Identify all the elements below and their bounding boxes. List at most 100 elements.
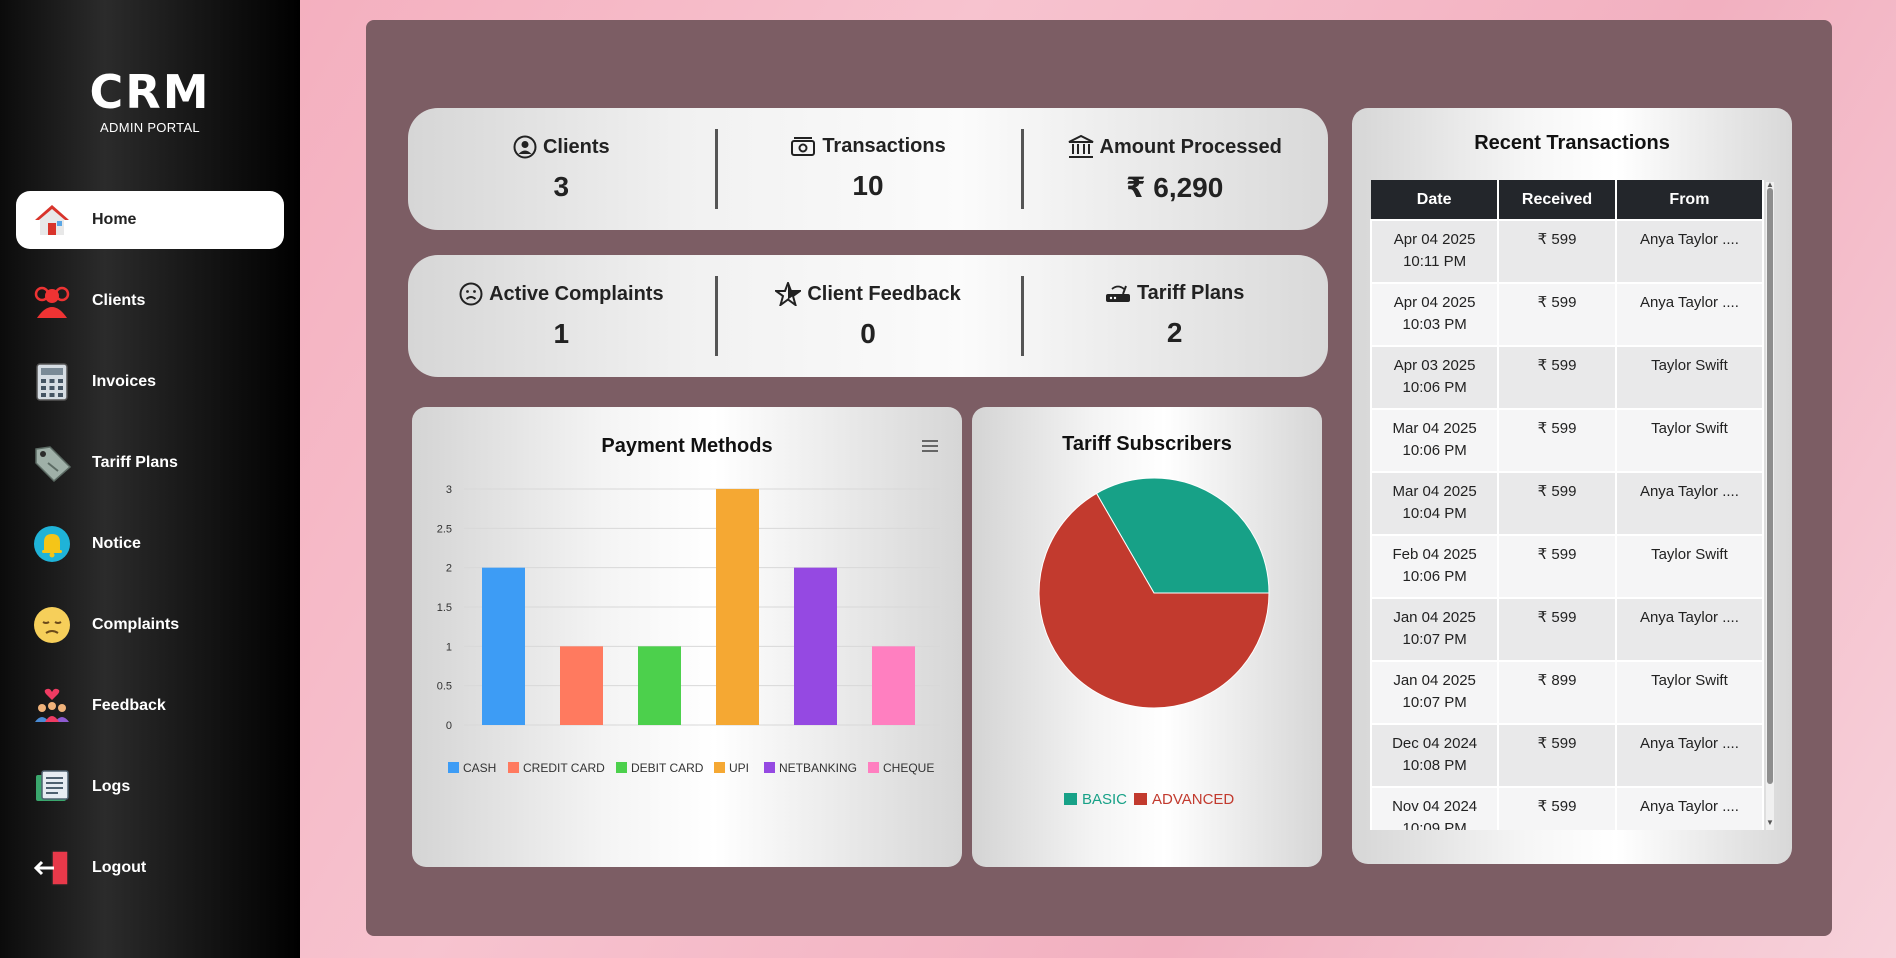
legend-swatch (1134, 793, 1147, 805)
legend-label[interactable]: BASIC (1082, 791, 1127, 808)
cell-received: ₹ 599 (1497, 786, 1617, 830)
time-text: 10:04 PM (1402, 505, 1467, 522)
table-row[interactable]: Dec 04 2024 10:08 PM ₹ 599 Anya Taylor .... (1370, 723, 1764, 788)
legend-swatch (868, 762, 879, 773)
column-header-from[interactable]: From (1615, 180, 1764, 220)
table-row[interactable]: Apr 04 2025 10:11 PM ₹ 599 Anya Taylor .... (1370, 219, 1764, 284)
user-circle-icon (513, 135, 537, 159)
scroll-down-arrow-icon[interactable]: ▼ (1766, 818, 1774, 827)
y-tick-label: 1 (446, 641, 452, 653)
sidebar-item-label: Feedback (92, 697, 166, 714)
stat-value: 3 (553, 171, 570, 202)
legend-swatch (714, 762, 725, 773)
recent-transactions-card: Recent Transactions Date Received From A… (1352, 108, 1792, 864)
cell-received: ₹ 599 (1497, 723, 1617, 788)
stats-card-support: Active Complaints 1 Client Feedback 0 Ta… (408, 255, 1328, 377)
legend-swatch (508, 762, 519, 773)
table-row[interactable]: Nov 04 2024 10:09 PM ₹ 599 Anya Taylor .... (1370, 786, 1764, 830)
date-text: Apr 03 2025 (1393, 357, 1476, 374)
sidebar-item-logout[interactable]: Logout (16, 839, 284, 897)
date-text: Feb 04 2025 (1392, 546, 1477, 563)
y-tick-label: 1.5 (437, 602, 452, 614)
legend-swatch (764, 762, 775, 773)
frown-icon (459, 282, 483, 306)
stat-label: Tariff Plans (1136, 282, 1245, 304)
brand-logo: CRM ADMIN PORTAL (0, 69, 300, 135)
cash-icon (791, 136, 816, 156)
stat-label: Clients (542, 135, 610, 158)
legend-swatch (1064, 793, 1077, 805)
sidebar-item-clients[interactable]: Clients (16, 272, 284, 330)
table-row[interactable]: Feb 04 2025 10:06 PM ₹ 599 Taylor Swift (1370, 534, 1764, 599)
sidebar-item-notice[interactable]: Notice (16, 515, 284, 573)
sidebar-item-home[interactable]: Home (16, 191, 284, 249)
transactions-table-scroll[interactable]: Date Received From Apr 04 2025 10:11 PM ₹ … (1370, 180, 1764, 830)
sidebar-item-invoices[interactable]: Invoices (16, 353, 284, 411)
legend-swatch (616, 762, 627, 773)
table-row[interactable]: Mar 04 2025 10:06 PM ₹ 599 Taylor Swift (1370, 408, 1764, 473)
date-text: Apr 04 2025 (1393, 231, 1476, 248)
people-heart-icon (32, 686, 72, 726)
stat-client-feedback[interactable]: Client Feedback 0 (714, 276, 1022, 356)
cell-received: ₹ 599 (1497, 282, 1617, 347)
date-text: Mar 04 2025 (1392, 483, 1477, 500)
column-header-received[interactable]: Received (1498, 180, 1617, 220)
bar-credit-card (560, 646, 603, 725)
cell-date: Apr 04 2025 10:11 PM (1370, 219, 1500, 284)
cell-from: Anya Taylor .... (1614, 597, 1764, 662)
sidebar-item-logs[interactable]: Logs (16, 758, 284, 816)
stat-value: 10 (852, 170, 884, 201)
cell-date: Mar 04 2025 10:04 PM (1370, 471, 1500, 536)
cell-from: Taylor Swift (1614, 534, 1764, 599)
table-row[interactable]: Apr 03 2025 10:06 PM ₹ 599 Taylor Swift (1370, 345, 1764, 410)
cell-date: Jan 04 2025 10:07 PM (1370, 597, 1500, 662)
stat-label: Client Feedback (807, 282, 961, 305)
stat-value: 2 (1166, 317, 1183, 348)
cell-from: Anya Taylor .... (1614, 723, 1764, 788)
sidebar-item-tariff-plans[interactable]: Tariff Plans (16, 434, 284, 492)
cell-from: Anya Taylor .... (1614, 786, 1764, 830)
stat-value: 1 (553, 318, 570, 349)
transactions-scrollbar-thumb[interactable] (1767, 188, 1773, 784)
table-row[interactable]: Jan 04 2025 10:07 PM ₹ 899 Taylor Swift (1370, 660, 1764, 725)
cell-date: Mar 04 2025 10:06 PM (1370, 408, 1500, 473)
y-tick-label: 0 (446, 720, 452, 732)
y-tick-label: 2.5 (437, 523, 452, 535)
logs-icon (32, 767, 72, 807)
sidebar-item-label: Home (92, 211, 137, 228)
sidebar-item-label: Logout (92, 859, 147, 876)
sad-face-icon (32, 605, 72, 645)
bell-icon (32, 524, 72, 564)
legend-label: CREDIT CARD (523, 761, 605, 775)
column-header-date[interactable]: Date (1371, 180, 1500, 220)
calculator-icon (32, 362, 72, 402)
legend-label: CHEQUE (883, 761, 934, 775)
legend-label: UPI (729, 761, 749, 775)
price-tag-icon (32, 443, 72, 483)
stat-tariff-plans[interactable]: Tariff Plans 2 (1021, 276, 1328, 356)
sidebar-item-label: Tariff Plans (92, 454, 178, 471)
time-text: 10:11 PM (1403, 253, 1467, 270)
sidebar-item-feedback[interactable]: Feedback (16, 677, 284, 735)
date-text: Nov 04 2024 (1392, 798, 1478, 815)
stat-amount-processed[interactable]: Amount Processed ₹ 6,290 (1021, 129, 1328, 209)
cell-from: Anya Taylor .... (1614, 471, 1764, 536)
stat-clients[interactable]: Clients 3 (408, 129, 715, 209)
legend-swatch (448, 762, 459, 773)
legend-label: NETBANKING (779, 761, 857, 775)
table-row[interactable]: Mar 04 2025 10:04 PM ₹ 599 Anya Taylor .... (1370, 471, 1764, 536)
table-row[interactable]: Apr 04 2025 10:03 PM ₹ 599 Anya Taylor .... (1370, 282, 1764, 347)
stat-active-complaints[interactable]: Active Complaints 1 (408, 276, 715, 356)
cell-date: Nov 04 2024 10:09 PM (1370, 786, 1500, 830)
stat-transactions[interactable]: Transactions 10 (714, 129, 1022, 209)
scroll-up-arrow-icon[interactable]: ▲ (1766, 180, 1774, 189)
sidebar-item-complaints[interactable]: Complaints (16, 596, 284, 654)
stat-label: Transactions (822, 135, 946, 157)
time-text: 10:06 PM (1402, 442, 1467, 459)
cell-date: Dec 04 2024 10:08 PM (1370, 723, 1500, 788)
cell-date: Apr 04 2025 10:03 PM (1370, 282, 1500, 347)
y-tick-label: 3 (446, 484, 452, 496)
bar-debit-card (638, 646, 681, 725)
table-row[interactable]: Jan 04 2025 10:07 PM ₹ 599 Anya Taylor .... (1370, 597, 1764, 662)
legend-label[interactable]: ADVANCED (1152, 791, 1234, 808)
